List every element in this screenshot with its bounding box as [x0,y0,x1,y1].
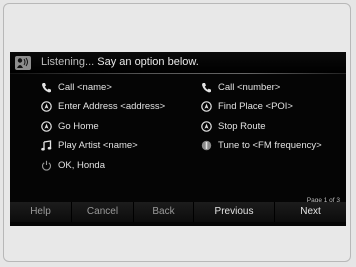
voice-command-icon [15,56,31,70]
navigation-icon [41,120,52,132]
option-label: Call <name> [58,81,112,93]
option-ok-honda[interactable]: OK, Honda [41,157,105,173]
prompt-text: Say an option below. [97,56,199,68]
option-call-name[interactable]: Call <name> [41,79,112,95]
option-stop-route[interactable]: Stop Route [201,118,266,134]
back-button[interactable]: Back [134,202,194,222]
previous-button[interactable]: Previous [194,202,275,222]
option-label: Enter Address <address> [58,100,166,112]
option-play-artist[interactable]: Play Artist <name> [41,137,138,153]
voice-command-screen: Listening... Say an option below. Call <… [10,52,346,226]
power-icon [41,160,52,171]
navigation-icon [41,100,52,112]
option-label: Call <number> [218,81,281,93]
option-label: Stop Route [218,120,266,132]
option-call-number[interactable]: Call <number> [201,79,280,95]
option-label: Go Home [58,120,99,132]
option-find-place[interactable]: Find Place <POI> [201,98,293,114]
next-button[interactable]: Next [275,202,346,222]
navigation-icon [201,120,212,132]
header-prompt: Listening... Say an option below. [41,56,199,68]
option-label: Find Place <POI> [218,100,293,112]
option-label: OK, Honda [58,159,105,171]
option-tune-to[interactable]: Tune to <FM frequency> [201,137,322,153]
button-bar: Help Cancel Back Previous Next [10,202,346,222]
radio-tuner-icon [201,140,212,151]
option-label: Play Artist <name> [58,139,138,151]
option-label: Tune to <FM frequency> [218,139,322,151]
option-go-home[interactable]: Go Home [41,118,99,134]
option-enter-address[interactable]: Enter Address <address> [41,98,165,114]
phone-icon [201,82,212,93]
music-note-icon [41,139,52,151]
header-divider [10,73,346,74]
help-button[interactable]: Help [10,202,72,222]
navigation-icon [201,100,212,112]
cancel-button[interactable]: Cancel [72,202,134,222]
listening-status: Listening... [41,56,95,68]
phone-icon [41,82,52,93]
header-bar: Listening... Say an option below. [10,52,346,73]
